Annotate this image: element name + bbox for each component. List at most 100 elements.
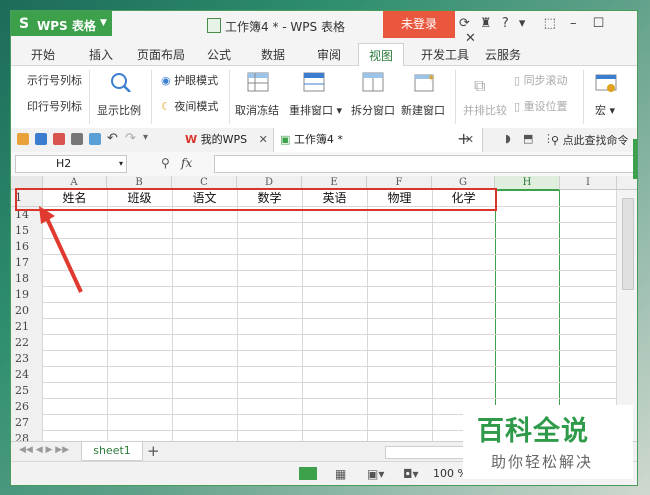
rearrange-windows-button[interactable]: 重排窗口 ▾ (289, 102, 342, 118)
grid-line (42, 350, 616, 351)
maximize-icon[interactable]: ☐ (593, 16, 605, 31)
redo-icon[interactable]: ↷ (125, 131, 136, 146)
pdf-export-icon[interactable] (53, 133, 65, 145)
quick-access-bar: ↶ ↷ ▾ W 我的WPS ✕ ▣ 工作簿4 * ✕ + ◗ ⬒ ⋮ ⚲ 点此查… (11, 128, 637, 153)
row-header[interactable]: 20 (11, 303, 42, 320)
tab-data[interactable]: 数据 (261, 46, 285, 63)
new-window-button[interactable]: 新建窗口 (401, 102, 445, 118)
save-icon[interactable] (35, 133, 47, 145)
page-layout-view-icon[interactable]: ▦ (335, 467, 346, 481)
help-icon[interactable]: ? (502, 16, 509, 31)
divider (583, 70, 584, 124)
row-header[interactable]: 24 (11, 367, 42, 384)
normal-view-icon[interactable] (299, 467, 317, 480)
reset-position-button[interactable]: ▯ 重设位置 (514, 98, 568, 114)
divider (89, 70, 90, 124)
row-header[interactable]: 22 (11, 335, 42, 352)
wps-window: S WPS 表格 ▼ 工作簿4 * - WPS 表格 未登录 ⟳ ♜ ? ▾ ⬚… (10, 10, 638, 486)
my-wps-label: 我的WPS (200, 133, 248, 146)
tab-view[interactable]: 视图 (358, 43, 405, 68)
minimize-icon[interactable]: – (570, 16, 577, 31)
reset-position-label: 重设位置 (523, 100, 568, 113)
reading-mode-icon[interactable]: ◘▾ (403, 467, 419, 481)
tab-cloud[interactable]: 云服务 (485, 46, 521, 63)
grid-line (42, 334, 616, 335)
customize-icon[interactable]: ▾ (143, 132, 148, 143)
side-by-side-button[interactable]: 并排比较 (463, 102, 507, 118)
night-mode-button[interactable]: ☾ 夜间模式 (161, 98, 218, 114)
show-headers-checkbox[interactable]: 示行号列标 (27, 72, 82, 88)
doc-icon-2[interactable]: ⬒ (523, 132, 533, 145)
row-header[interactable]: 26 (11, 399, 42, 416)
dropdown-icon[interactable]: ▾ (519, 16, 526, 31)
skin-icon[interactable]: ⟳ (459, 16, 470, 31)
row-header[interactable]: 23 (11, 351, 42, 368)
tab-formula[interactable]: 公式 (207, 46, 231, 63)
spreadsheet-grid[interactable]: A B C D E F G H I 1 14 15 16 17 18 19 20… (11, 176, 637, 441)
formula-input[interactable] (214, 155, 634, 173)
tab-home[interactable]: 开始 (31, 46, 55, 63)
red-arrow-icon (39, 206, 83, 293)
my-wps-tab[interactable]: W 我的WPS ✕ (179, 128, 274, 152)
scrollbar-thumb[interactable] (622, 198, 634, 290)
print-headers-checkbox[interactable]: 印行号列标 (27, 98, 82, 114)
freeze-panes-button[interactable]: 取消冻结 (235, 102, 279, 118)
col-header-i[interactable]: I (560, 176, 617, 189)
tab-review[interactable]: 审阅 (317, 46, 341, 63)
row-header[interactable]: 27 (11, 415, 42, 432)
tab-insert[interactable]: 插入 (89, 46, 113, 63)
sheet-tab[interactable]: sheet1 (81, 442, 143, 461)
command-search-label: 点此查找命令 (562, 134, 629, 147)
page-break-view-icon[interactable]: ▣▾ (367, 467, 384, 481)
night-mode-label: 夜间模式 (174, 100, 219, 113)
sync-scroll-button[interactable]: ▯ 同步滚动 (514, 72, 568, 88)
doc-icon-1[interactable]: ◗ (505, 132, 511, 145)
tab-page-layout[interactable]: 页面布局 (137, 46, 185, 63)
zoom-button[interactable]: 显示比例 (97, 102, 141, 118)
insert-function-icon[interactable]: fx (181, 156, 192, 170)
restore-icon[interactable]: ⬚ (544, 16, 556, 31)
row-header[interactable]: 28 (11, 431, 42, 441)
print-preview-icon[interactable] (89, 133, 101, 145)
command-search[interactable]: ⚲ 点此查找命令 (551, 132, 629, 148)
add-sheet-icon[interactable]: + (147, 442, 160, 460)
grid-line (42, 382, 616, 383)
cell-h1[interactable] (495, 190, 559, 206)
eye-protection-label: 护眼模式 (174, 74, 219, 87)
row-header[interactable]: 25 (11, 383, 42, 400)
open-icon[interactable] (17, 133, 29, 145)
side-by-side-icon: ⧉ (474, 76, 486, 95)
macro-button[interactable]: 宏 ▾ (595, 102, 615, 118)
close-tab-icon[interactable]: ✕ (259, 133, 268, 146)
shirt-icon[interactable]: ♜ (480, 16, 492, 31)
grid-line (559, 190, 560, 441)
formula-bar: H2 ▾ ⚲ fx (11, 152, 637, 177)
ribbon-view: 示行号列标 印行号列标 显示比例 ◉ 护眼模式 ☾ 夜间模式 取消冻结 重排窗口… (11, 66, 637, 129)
new-tab-icon[interactable]: + (457, 129, 470, 148)
chevron-down-icon[interactable]: ▾ (119, 156, 123, 172)
col-header-h[interactable]: H (495, 176, 560, 191)
reset-position-icon: ▯ (514, 100, 521, 113)
macro-label: 宏 (595, 104, 606, 117)
new-window-icon: ✶ (414, 73, 435, 92)
sheet-nav-icons[interactable]: ◀◀ ◀ ▶ ▶▶ (19, 445, 69, 455)
row-header[interactable]: 21 (11, 319, 42, 336)
vertical-scrollbar[interactable] (616, 190, 637, 441)
wps-menu-button[interactable]: S WPS 表格 ▼ (11, 11, 112, 36)
eye-protection-button[interactable]: ◉ 护眼模式 (161, 72, 218, 88)
split-window-button[interactable]: 拆分窗口 (351, 102, 395, 118)
undo-icon[interactable]: ↶ (107, 131, 118, 146)
workbook-tab-label: 工作簿4 * (293, 133, 343, 146)
print-icon[interactable] (71, 133, 83, 145)
login-button[interactable]: 未登录 (383, 11, 455, 38)
split-window-icon (362, 72, 384, 92)
titlebar-icons: ⟳ ♜ ? ▾ ⬚ – ☐ ✕ (459, 16, 637, 46)
side-panel-handle[interactable] (633, 139, 637, 179)
zoom-search-icon[interactable]: ⚲ (161, 156, 170, 170)
wps-logo-icon: S (19, 16, 30, 32)
grid-line (107, 190, 108, 441)
name-box[interactable]: H2 ▾ (15, 155, 127, 173)
workbook-tab[interactable]: ▣ 工作簿4 * ✕ (273, 128, 483, 152)
grid-line (432, 190, 433, 441)
tab-developer[interactable]: 开发工具 (421, 46, 469, 63)
